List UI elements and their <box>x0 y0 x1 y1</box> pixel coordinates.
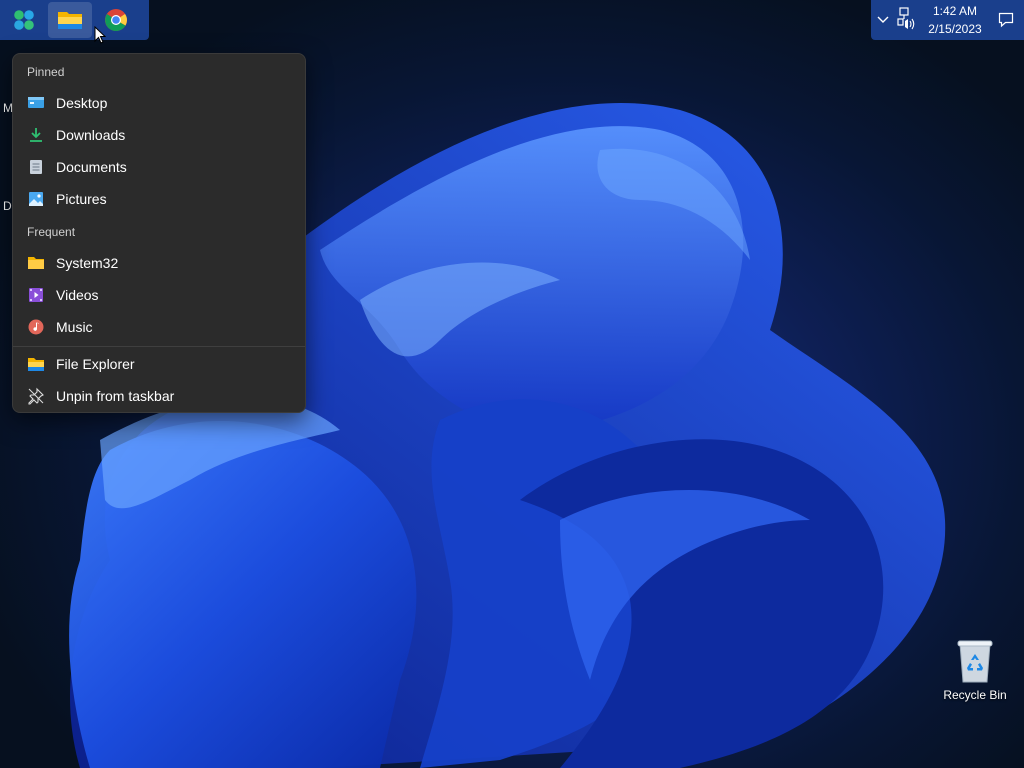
frequent-header: Frequent <box>27 225 76 239</box>
taskbar <box>0 0 149 40</box>
system-tray: 1:42 AM 2/15/2023 <box>871 0 1024 40</box>
jump-item-music[interactable]: Music <box>17 312 301 342</box>
mouse-cursor <box>94 26 106 44</box>
file-explorer-icon <box>27 355 45 373</box>
downloads-icon <box>27 126 45 144</box>
folder-icon <box>27 254 45 272</box>
recycle-bin[interactable]: Recycle Bin <box>938 638 1012 702</box>
clock[interactable]: 1:42 AM 2/15/2023 <box>919 2 991 38</box>
jump-item-label: Downloads <box>56 127 126 143</box>
jump-item-label: File Explorer <box>56 356 135 372</box>
network-icon <box>897 7 915 30</box>
file-explorer-icon <box>58 12 82 29</box>
notification-icon <box>998 12 1014 28</box>
jump-item-downloads[interactable]: Downloads <box>17 120 301 150</box>
recycle-bin-label: Recycle Bin <box>943 688 1007 702</box>
start-button[interactable] <box>2 2 46 38</box>
videos-icon <box>27 286 45 304</box>
clock-time: 1:42 AM <box>932 4 978 18</box>
desktop-icon-label-d[interactable]: D <box>3 199 12 213</box>
jump-item-label: Music <box>56 319 93 335</box>
jump-item-documents[interactable]: Documents <box>17 152 301 182</box>
desktop: M D 1:42 AM 2/15/2023 Pinned Desktop Dow… <box>0 0 1024 768</box>
clock-date: 2/15/2023 <box>928 22 982 36</box>
chevron-down-icon <box>877 16 889 23</box>
notifications-button[interactable] <box>991 0 1021 40</box>
recycle-bin-icon <box>957 640 993 683</box>
unpin-icon <box>27 387 45 405</box>
jump-item-label: System32 <box>56 255 119 271</box>
jump-item-label: Pictures <box>56 191 107 207</box>
file-explorer-taskbar-button[interactable] <box>48 2 92 38</box>
jump-item-label: Documents <box>56 159 127 175</box>
jump-item-file-explorer[interactable]: File Explorer <box>17 349 301 379</box>
show-hidden-icons-button[interactable] <box>873 0 893 40</box>
music-icon <box>27 318 45 336</box>
jump-item-unpin[interactable]: Unpin from taskbar <box>17 381 301 411</box>
network-volume-button[interactable] <box>893 0 919 40</box>
start-icon <box>14 10 34 30</box>
documents-icon <box>27 158 45 176</box>
jump-item-system32[interactable]: System32 <box>17 248 301 278</box>
file-explorer-jump-list: Pinned Desktop Downloads Documents Pictu… <box>12 53 306 413</box>
jump-item-videos[interactable]: Videos <box>17 280 301 310</box>
jump-item-label: Desktop <box>56 95 108 111</box>
jump-item-desktop[interactable]: Desktop <box>17 88 301 118</box>
pinned-header: Pinned <box>27 65 65 79</box>
desktop-folder-icon <box>27 94 45 112</box>
jump-list-divider <box>13 346 305 347</box>
jump-item-label: Videos <box>56 287 99 303</box>
jump-item-pictures[interactable]: Pictures <box>17 184 301 214</box>
pictures-icon <box>27 190 45 208</box>
jump-item-label: Unpin from taskbar <box>56 388 175 404</box>
chrome-icon <box>105 9 127 31</box>
